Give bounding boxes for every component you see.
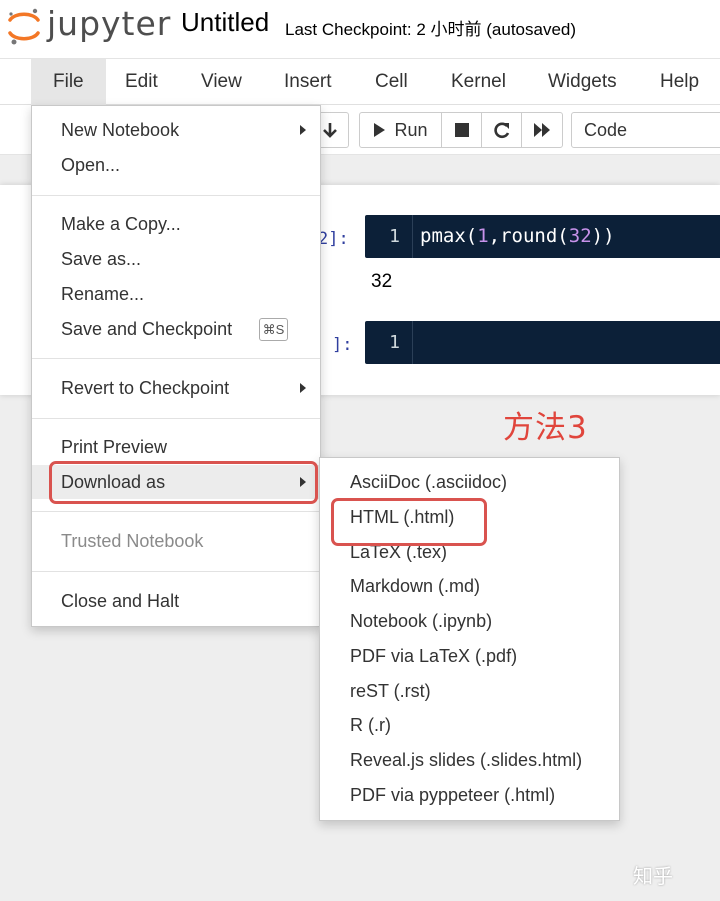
code-cell-2[interactable]: 1 [365,321,720,364]
menu-item-make-copy[interactable]: Make a Copy... [32,207,320,241]
menu-help[interactable]: Help [638,59,720,105]
fast-forward-icon [534,123,550,137]
run-control-group: Run [359,112,563,148]
menu-item-save-checkpoint[interactable]: Save and Checkpoint ⌘S [32,312,320,346]
menu-item-trusted-notebook: Trusted Notebook [61,531,204,551]
menu-kernel[interactable]: Kernel [429,59,528,105]
restart-icon [493,122,509,139]
line-number: 1 [389,226,400,247]
restart-run-all-button[interactable] [522,113,562,147]
menu-item-label: New Notebook [61,120,180,140]
notebook-header: jupyter Untitled Last Checkpoint: 2 小时前 … [0,0,720,58]
menu-widgets[interactable]: Widgets [526,59,639,105]
restart-button[interactable] [482,113,522,147]
jupyter-logo-icon[interactable] [6,6,42,46]
download-notebook[interactable]: Notebook (.ipynb) [320,604,619,638]
line-number: 1 [389,332,400,353]
menu-divider [32,571,320,572]
menu-item-label: Revert to Checkpoint [61,378,230,398]
submenu-caret-icon [300,383,306,393]
menu-file[interactable]: File [31,59,106,105]
download-rest[interactable]: reST (.rst) [320,674,619,708]
menu-item-revert-checkpoint[interactable]: Revert to Checkpoint [32,371,320,405]
html-option-highlight-box [331,498,487,546]
file-menu-dropdown: New Notebook Open... Make a Copy... Save… [31,105,321,627]
menu-item-new-notebook[interactable]: New Notebook [32,113,320,147]
gutter-divider [412,321,413,364]
menu-divider [32,418,320,419]
code-line[interactable]: pmax(1,round(32)) [420,225,615,247]
gutter-divider [412,215,413,258]
run-button[interactable]: Run [360,113,442,147]
stop-icon [454,123,469,137]
download-reveal-slides[interactable]: Reveal.js slides (.slides.html) [320,743,619,777]
download-r[interactable]: R (.r) [320,708,619,742]
download-markdown[interactable]: Markdown (.md) [320,569,619,603]
cell-2-prompt: ]: [332,335,353,355]
download-pdf-pyppeteer[interactable]: PDF via pyppeteer (.html) [320,778,619,812]
menu-divider [32,195,320,196]
menu-edit[interactable]: Edit [103,59,180,105]
download-pdf-latex[interactable]: PDF via LaTeX (.pdf) [320,639,619,673]
jupyter-logo-text: jupyter [47,4,172,43]
menu-item-label: Save and Checkpoint [61,319,233,339]
download-asciidoc[interactable]: AsciiDoc (.asciidoc) [320,465,619,499]
keyboard-shortcut: ⌘S [259,318,288,341]
menu-item-open[interactable]: Open... [32,148,320,182]
menu-item-rename[interactable]: Rename... [32,277,320,311]
arrow-down-icon [323,123,337,138]
menu-item-print-preview[interactable]: Print Preview [32,430,320,464]
annotation-label: 方法3 [503,410,588,446]
menu-divider [32,358,320,359]
checkpoint-status: Last Checkpoint: 2 小时前 (autosaved) [285,20,577,39]
menubar: File Edit View Insert Cell Kernel Widget… [0,58,720,105]
menu-insert[interactable]: Insert [262,59,354,105]
play-icon [374,123,386,137]
menu-item-save-as[interactable]: Save as... [32,242,320,276]
interrupt-button[interactable] [442,113,482,147]
zhihu-watermark: 知乎 [633,864,673,888]
notebook-title[interactable]: Untitled [181,7,269,38]
code-cell-1[interactable]: 1 pmax(1,round(32)) [365,215,720,258]
cell-1-output: 32 [371,271,393,292]
cell-1-prompt: 2]: [318,229,349,249]
menu-cell[interactable]: Cell [353,59,430,105]
run-button-label: Run [394,119,428,140]
menu-divider [32,511,320,512]
menu-view[interactable]: View [179,59,264,105]
cell-type-select[interactable]: Code [571,112,720,148]
submenu-caret-icon [300,125,306,135]
download-as-highlight-box [49,461,318,504]
menu-item-close-halt[interactable]: Close and Halt [32,584,320,618]
